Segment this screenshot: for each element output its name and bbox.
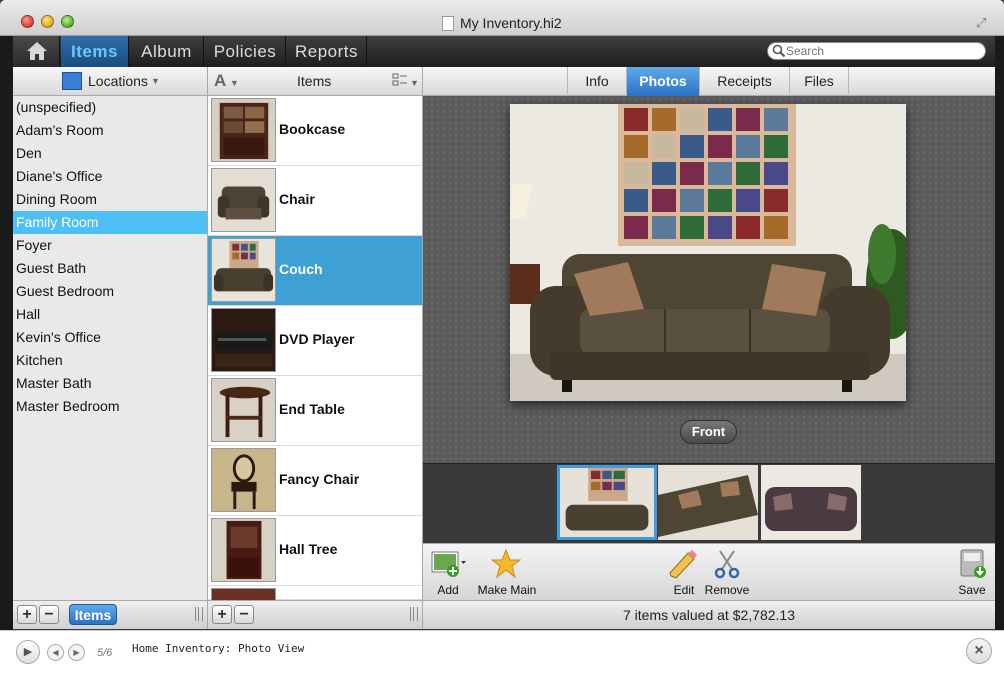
tab-items[interactable]: Items — [61, 36, 129, 67]
search-icon — [772, 44, 786, 58]
edit-label[interactable]: Edit — [664, 583, 704, 597]
location-item[interactable]: Guest Bath — [13, 257, 207, 280]
window-minimize-button[interactable] — [41, 15, 54, 28]
location-item[interactable]: Dining Room — [13, 188, 207, 211]
item-thumbnail — [211, 238, 276, 302]
play-icon[interactable]: ▶ — [16, 640, 40, 664]
photo-caption-pill[interactable]: Front — [680, 420, 737, 444]
tab-receipts[interactable]: Receipts — [699, 67, 789, 96]
window-zoom-button[interactable] — [61, 15, 74, 28]
tab-photos[interactable]: Photos — [626, 67, 699, 96]
location-item[interactable]: Diane's Office — [13, 165, 207, 188]
item-thumbnail — [211, 168, 276, 232]
pencil-icon[interactable] — [668, 549, 698, 579]
item-row[interactable]: End Table — [208, 376, 422, 446]
location-item[interactable]: Master Bath — [13, 372, 207, 395]
remove-item-button[interactable]: − — [234, 605, 254, 624]
location-item[interactable]: Kevin's Office — [13, 326, 207, 349]
close-icon[interactable]: × — [966, 638, 992, 664]
location-item[interactable]: Foyer — [13, 234, 207, 257]
location-item[interactable]: Adam's Room — [13, 119, 207, 142]
make-main-label[interactable]: Make Main — [474, 583, 540, 597]
slide-caption: Home Inventory: Photo View — [132, 642, 305, 655]
location-item[interactable]: Master Bedroom — [13, 395, 207, 418]
add-item-button[interactable]: + — [212, 605, 232, 624]
chevron-down-icon: ▼ — [410, 78, 419, 88]
star-icon[interactable] — [491, 549, 521, 579]
tab-info[interactable]: Info — [567, 67, 626, 96]
locations-grid-icon — [62, 72, 82, 90]
item-name: DVD Player — [279, 331, 355, 347]
location-item[interactable]: Kitchen — [13, 349, 207, 372]
item-thumbnail — [211, 518, 276, 582]
location-item[interactable]: Guest Bedroom — [13, 280, 207, 303]
item-name: Bookcase — [279, 121, 346, 137]
locations-header-label: Locations — [88, 73, 148, 89]
view-options-icon[interactable] — [392, 73, 408, 87]
next-icon[interactable]: ▶ — [68, 644, 85, 661]
add-location-button[interactable]: + — [17, 605, 37, 624]
main-photo[interactable] — [510, 104, 906, 401]
location-item-selected[interactable]: Family Room — [13, 211, 207, 234]
filmstrip-thumb[interactable] — [658, 465, 758, 540]
item-thumbnail — [211, 308, 276, 372]
window-frame-left — [0, 36, 13, 636]
item-row[interactable]: Bookcase — [208, 96, 422, 166]
chevron-down-icon: ▼ — [151, 76, 160, 86]
item-thumbnail — [211, 588, 276, 600]
item-row[interactable]: Hall Tree — [208, 516, 422, 586]
save-icon[interactable] — [958, 549, 988, 579]
document-icon — [442, 16, 454, 31]
tab-album[interactable]: Album — [130, 36, 204, 67]
chevron-down-icon: ▼ — [230, 78, 239, 88]
previous-icon[interactable]: ◀ — [47, 644, 64, 661]
window-frame-right — [995, 36, 1004, 636]
remove-location-button[interactable]: − — [39, 605, 59, 624]
slide-counter: 5/6 — [97, 647, 113, 659]
tab-files[interactable]: Files — [789, 67, 849, 96]
presentation-bar — [0, 630, 1004, 680]
window-title: My Inventory.hi2 — [460, 15, 562, 31]
location-item[interactable]: (unspecified) — [13, 96, 207, 119]
item-thumbnail — [211, 378, 276, 442]
item-name: Fancy Chair — [279, 471, 360, 487]
remove-label[interactable]: Remove — [703, 583, 751, 597]
item-row-selected[interactable]: Couch — [208, 236, 422, 306]
search-input[interactable] — [786, 42, 976, 60]
item-row[interactable]: DVD Player — [208, 306, 422, 376]
tab-policies[interactable]: Policies — [205, 36, 286, 67]
add-label[interactable]: Add — [430, 583, 466, 597]
sort-button[interactable]: A — [214, 71, 226, 91]
item-row[interactable]: Fancy Chair — [208, 446, 422, 516]
resize-handle-icon[interactable] — [195, 607, 203, 621]
item-thumbnail — [211, 448, 276, 512]
item-thumbnail — [211, 98, 276, 162]
fullscreen-icon[interactable]: ⤢ — [976, 16, 990, 30]
item-row[interactable] — [208, 586, 422, 600]
item-name: Hall Tree — [279, 541, 338, 557]
save-label[interactable]: Save — [954, 583, 990, 597]
scissors-icon[interactable] — [712, 549, 742, 579]
item-name: End Table — [279, 401, 345, 417]
resize-handle-icon[interactable] — [410, 607, 418, 621]
items-toggle-button[interactable]: Items — [69, 604, 117, 625]
item-row[interactable]: Chair — [208, 166, 422, 236]
location-item[interactable]: Hall — [13, 303, 207, 326]
location-item[interactable]: Den — [13, 142, 207, 165]
filmstrip-thumb[interactable] — [761, 465, 861, 540]
items-header-label: Items — [297, 73, 332, 89]
add-photo-icon[interactable] — [431, 549, 467, 579]
tab-reports[interactable]: Reports — [287, 36, 367, 67]
status-summary: 7 items valued at $2,782.13 — [622, 607, 795, 623]
item-name: Couch — [279, 261, 323, 277]
item-name: Chair — [279, 191, 315, 207]
home-icon — [27, 42, 47, 60]
filmstrip-thumb-selected[interactable] — [557, 465, 657, 540]
window-close-button[interactable] — [21, 15, 34, 28]
